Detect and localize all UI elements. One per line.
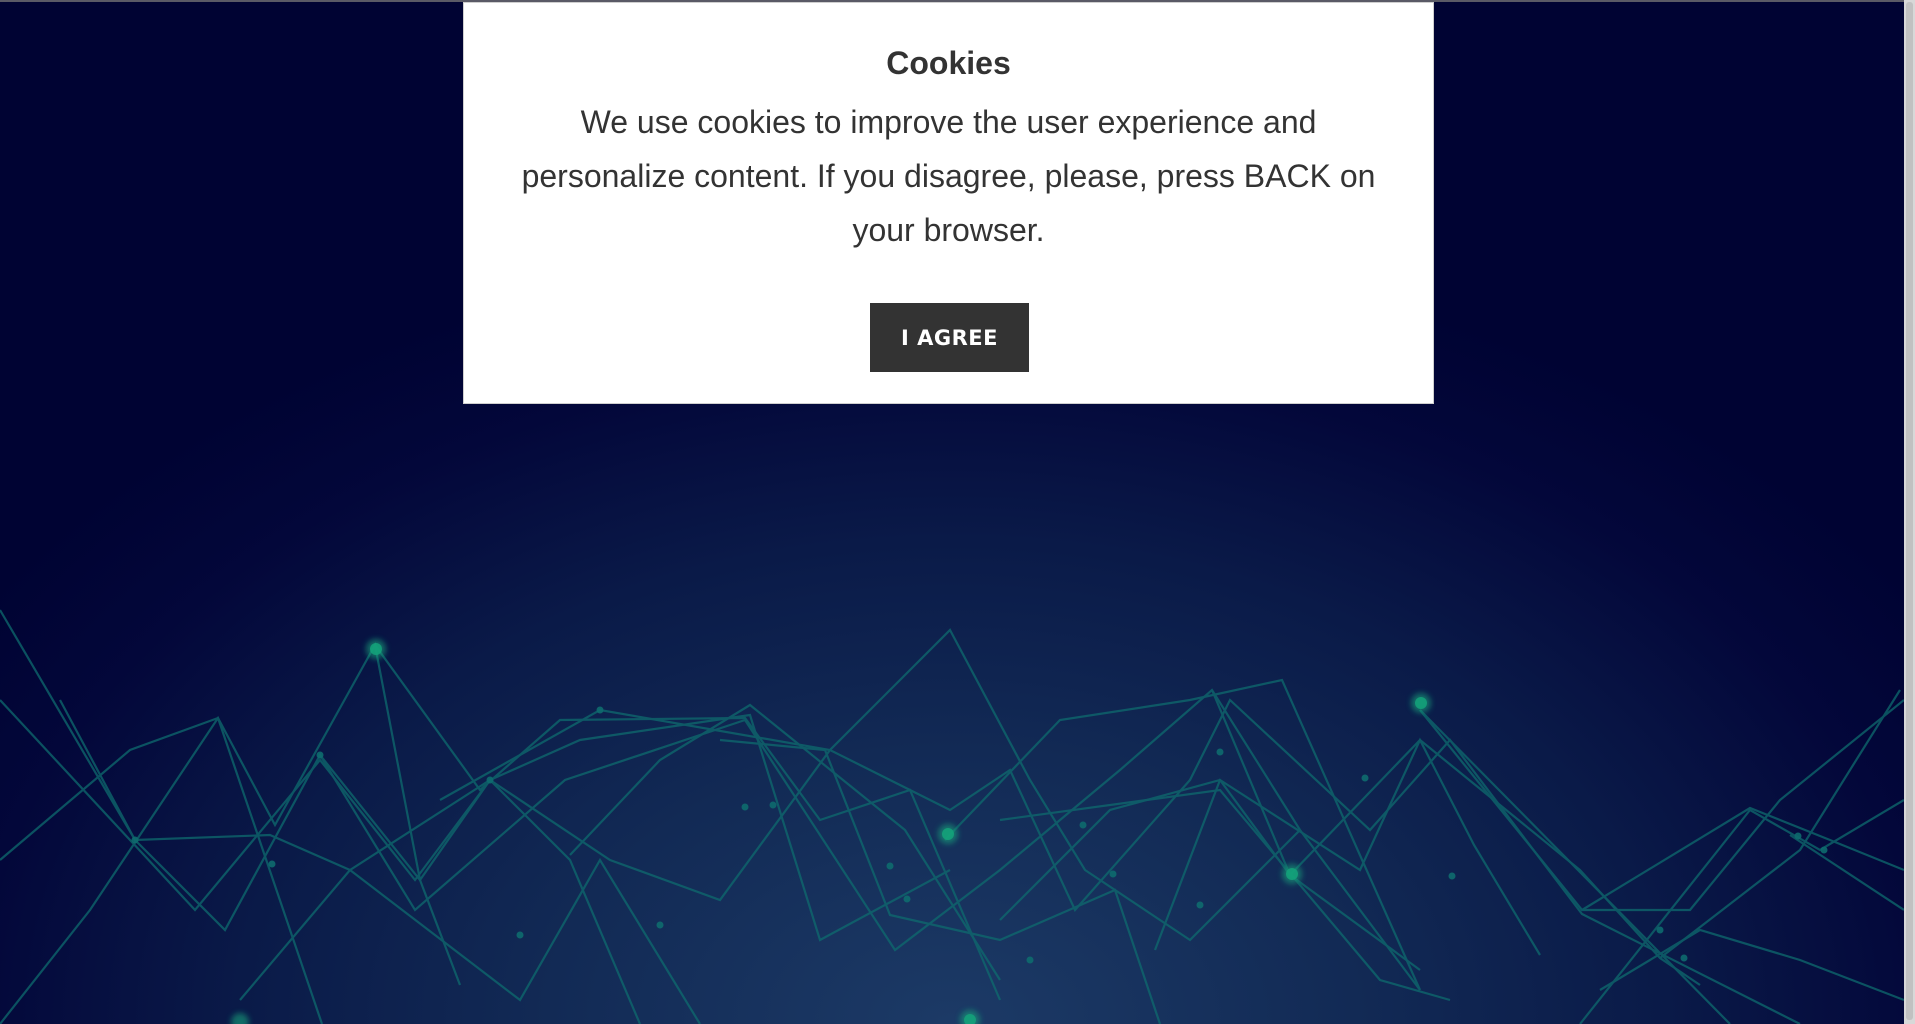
scrollbar-thumb[interactable] [1906, 2, 1913, 1020]
cookie-consent-dialog: Cookies We use cookies to improve the us… [463, 2, 1434, 404]
page-scrollbar[interactable] [1904, 0, 1915, 1024]
cookie-dialog-title: Cookies [886, 45, 1011, 81]
cookie-dialog-message: We use cookies to improve the user exper… [521, 104, 1376, 248]
i-agree-button[interactable]: I AGREE [870, 303, 1029, 372]
